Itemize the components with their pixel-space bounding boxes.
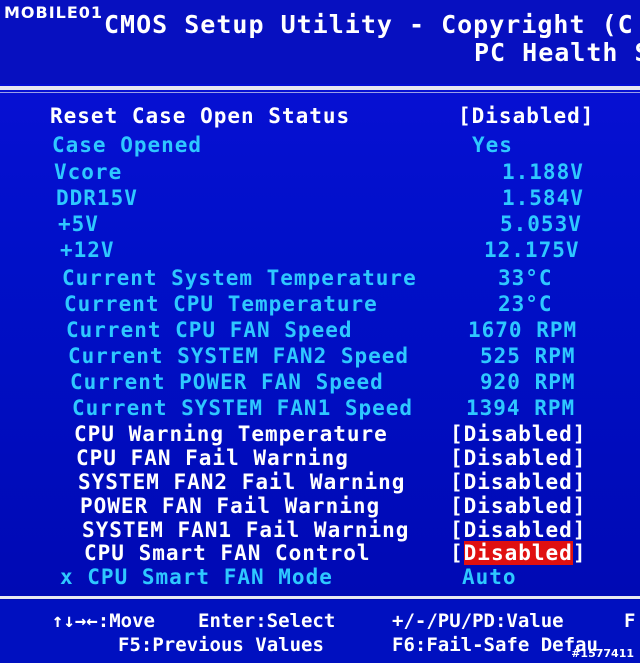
info-label: Current CPU Temperature	[64, 292, 378, 316]
info-value: Yes	[472, 133, 513, 157]
info-label: DDR15V	[56, 186, 138, 210]
selected-value-highlight[interactable]: Disabled	[463, 541, 573, 565]
help-move: ↑↓→←:Move	[52, 610, 155, 632]
info-label: Current SYSTEM FAN1 Speed	[72, 396, 414, 420]
setting-label: SYSTEM FAN2 Fail Warning	[78, 470, 406, 494]
info-value: 1.188V	[502, 160, 584, 184]
info-label: Current System Temperature	[62, 266, 417, 290]
info-value: 12.175V	[484, 238, 580, 262]
help-value: +/-/PU/PD:Value	[392, 610, 564, 632]
info-value: 23°C	[498, 292, 553, 316]
setting-value[interactable]: [Disabled]	[450, 470, 586, 494]
frame-bottom-border	[0, 596, 640, 599]
help-f-key: F	[624, 610, 636, 632]
setting-label: CPU Warning Temperature	[74, 422, 388, 446]
info-label: +12V	[60, 238, 115, 262]
bracket-close: ]	[572, 541, 587, 565]
info-label: Vcore	[54, 160, 123, 184]
page-title: PC Health S	[474, 38, 640, 67]
watermark-logo: MOBILE01	[4, 3, 104, 22]
info-label: +5V	[58, 212, 99, 236]
info-value: 1.584V	[502, 186, 584, 210]
help-f6: F6:Fail-Safe Defau	[392, 634, 598, 656]
help-enter: Enter:Select	[198, 610, 336, 632]
setting-label: CPU FAN Fail Warning	[76, 446, 349, 470]
info-value: 1670 RPM	[468, 318, 578, 342]
info-value: 1394 RPM	[466, 396, 576, 420]
header-bar: MOBILE01 CMOS Setup Utility - Copyright …	[0, 0, 640, 84]
setting-value[interactable]: [Disabled]	[450, 422, 586, 446]
info-value: 920 RPM	[480, 370, 576, 394]
setting-label: SYSTEM FAN1 Fail Warning	[82, 518, 410, 542]
watermark-id: #1577411	[571, 647, 634, 660]
setting-value: Auto	[462, 565, 517, 589]
setting-label: CPU Smart FAN Control	[84, 541, 371, 565]
frame-top-border	[0, 86, 640, 90]
info-value: 5.053V	[500, 212, 582, 236]
setting-value[interactable]: [Disabled]	[450, 494, 586, 518]
help-bar: ↑↓→←:Move Enter:Select +/-/PU/PD:Value F…	[0, 600, 640, 663]
setting-value[interactable]: [Disabled]	[450, 446, 586, 470]
bracket-open: [	[450, 541, 464, 565]
setting-value[interactable]: [Disabled]	[450, 518, 586, 542]
setting-value[interactable]: [Disabled]	[458, 104, 594, 128]
setting-label: POWER FAN Fail Warning	[80, 494, 381, 518]
setting-label: x CPU Smart FAN Mode	[60, 565, 333, 589]
bios-title: CMOS Setup Utility - Copyright (C	[104, 10, 634, 39]
info-label: Current SYSTEM FAN2 Speed	[68, 344, 410, 368]
info-label: Current POWER FAN Speed	[70, 370, 384, 394]
setting-value-selected[interactable]: [Disabled]	[450, 541, 586, 565]
info-value: 525 RPM	[480, 344, 576, 368]
info-value: 33°C	[498, 266, 553, 290]
frame-inner-border	[0, 92, 640, 93]
info-label: Case Opened	[52, 133, 203, 157]
info-label: Current CPU FAN Speed	[66, 318, 353, 342]
help-f5: F5:Previous Values	[118, 634, 324, 656]
setting-label: Reset Case Open Status	[50, 104, 351, 128]
